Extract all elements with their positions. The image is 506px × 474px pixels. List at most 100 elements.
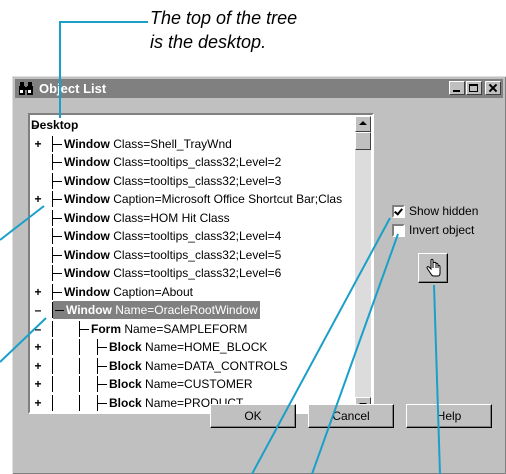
- tree-item-detail: Name=DATA_CONTROLS: [145, 358, 288, 373]
- tree-items: – Desktop + Window Class=Shell_TrayWnd Wind…: [31, 116, 358, 412]
- tree-branch-line: [53, 199, 62, 201]
- tree-item-type: Window: [64, 247, 110, 262]
- tree-item[interactable]: + Block Name=DATA_CONTROLS: [31, 357, 358, 375]
- tree-guide-line: [79, 357, 81, 375]
- tree-item-detail: Name=CUSTOMER: [145, 377, 253, 391]
- tree-expander[interactable]: +: [33, 135, 43, 153]
- tree-item[interactable]: + Window Caption=About: [31, 283, 358, 301]
- tree-branch-line: [98, 365, 107, 367]
- tree-branch-line: [53, 254, 62, 256]
- tree-item-type: Window: [64, 266, 110, 280]
- tree-expander[interactable]: +: [33, 375, 43, 393]
- tree-item-detail: Caption=About: [113, 284, 193, 299]
- tree-item-detail: Class=tooltips_class32;Level=2: [113, 155, 282, 169]
- tree-item-type: Window: [64, 192, 110, 206]
- tree-item[interactable]: Window Class=HOM Hit Class: [31, 209, 358, 227]
- title-bar[interactable]: Object List: [15, 79, 503, 98]
- tree-item-type: Window: [64, 173, 110, 188]
- tree-item-type: Window: [64, 210, 110, 225]
- binoculars-icon: [19, 82, 33, 95]
- callout-line-1: The top of the tree: [150, 8, 298, 28]
- object-list-window: Object List – Desktop + Window Class=Shell…: [12, 76, 506, 474]
- object-tree[interactable]: – Desktop + Window Class=Shell_TrayWnd Wind…: [28, 113, 374, 414]
- tree-branch-line: [55, 310, 64, 312]
- tree-item[interactable]: Window Class=tooltips_class32;Level=5: [31, 246, 358, 264]
- tree-item-type: Window: [66, 303, 112, 317]
- tree-item[interactable]: Window Class=tooltips_class32;Level=4: [31, 227, 358, 245]
- tree-item-detail: Class=tooltips_class32;Level=3: [113, 173, 282, 188]
- tree-branch-line: [53, 143, 62, 145]
- tree-scrollbar[interactable]: [355, 116, 371, 412]
- tree-guide-line: [52, 338, 54, 356]
- tree-expander[interactable]: +: [33, 394, 43, 412]
- scroll-up-icon[interactable]: [355, 116, 371, 132]
- tree-item-type: Block: [109, 395, 142, 410]
- tree-item-type: Block: [109, 377, 142, 391]
- tree-branch-line: [53, 273, 62, 275]
- tree-branch-line: [53, 291, 62, 293]
- tree-branch-line: [53, 180, 62, 182]
- tree-item[interactable]: + Window Class=Shell_TrayWnd: [31, 135, 358, 153]
- tree-item-label: Window Caption=Microsoft Office Shortcut…: [53, 190, 342, 208]
- tree-item-label: Form Name=SAMPLEFORM: [80, 320, 247, 338]
- tree-item-label: Window Class=tooltips_class32;Level=6: [53, 264, 281, 282]
- tree-item-type: Form: [91, 321, 121, 336]
- show-hidden-label: Show hidden: [409, 204, 479, 218]
- tree-expander[interactable]: +: [33, 338, 43, 356]
- maximize-icon[interactable]: [466, 81, 482, 95]
- tree-item[interactable]: + Window Caption=Microsoft Office Shortcu…: [31, 190, 358, 208]
- tree-item[interactable]: – Form Name=SAMPLEFORM: [31, 320, 358, 338]
- show-hidden-checkbox[interactable]: [392, 205, 405, 218]
- tree-branch-line: [53, 236, 62, 238]
- tree-expander[interactable]: +: [33, 357, 43, 375]
- invert-object-label: Invert object: [409, 223, 475, 237]
- tree-item-detail: Name=OracleRootWindow: [115, 303, 258, 317]
- tree-item[interactable]: – Desktop: [31, 116, 358, 134]
- tree-branch-line: [98, 384, 107, 386]
- tree-item[interactable]: + Block Name=CUSTOMER: [31, 375, 358, 393]
- callout-line-2: is the desktop.: [150, 32, 267, 52]
- tree-item[interactable]: – Window Name=OracleRootWindow: [31, 301, 358, 319]
- tree-item-label: Window Name=OracleRootWindow: [53, 301, 260, 319]
- cancel-button[interactable]: Cancel: [308, 404, 394, 428]
- tree-item-label: Desktop: [31, 116, 78, 134]
- tree-branch-line: [80, 328, 89, 330]
- tree-item-detail: Name=SAMPLEFORM: [124, 321, 248, 336]
- tree-expander[interactable]: +: [33, 190, 43, 208]
- tree-item-detail: Class=tooltips_class32;Level=6: [113, 266, 282, 280]
- tree-item[interactable]: Window Class=tooltips_class32;Level=2: [31, 153, 358, 171]
- tree-item-detail: Class=tooltips_class32;Level=4: [113, 229, 282, 243]
- close-icon[interactable]: [485, 81, 501, 95]
- tree-item-detail: Caption=Microsoft Office Shortcut Bar;Cl…: [113, 192, 343, 206]
- help-button[interactable]: Help: [406, 404, 492, 428]
- tree-item[interactable]: Window Class=tooltips_class32;Level=6: [31, 264, 358, 282]
- tree-item-type: Window: [64, 155, 110, 169]
- tree-expander[interactable]: –: [33, 320, 43, 338]
- callout-caption: The top of the tree is the desktop.: [150, 6, 350, 54]
- tree-item-detail: Class=HOM Hit Class: [113, 210, 230, 225]
- window-title: Object List: [39, 81, 107, 96]
- tree-guide-line: [52, 394, 54, 412]
- tree-expander[interactable]: +: [33, 283, 43, 301]
- tree-item-type: Desktop: [31, 118, 79, 132]
- tree-branch-line: [98, 402, 107, 404]
- scroll-thumb[interactable]: [355, 132, 371, 150]
- tree-item[interactable]: Window Class=tooltips_class32;Level=3: [31, 172, 358, 190]
- pick-object-button[interactable]: [418, 253, 448, 283]
- tree-item-label: Window Class=Shell_TrayWnd: [53, 135, 232, 153]
- tree-item[interactable]: + Block Name=HOME_BLOCK: [31, 338, 358, 356]
- tree-item-type: Window: [64, 136, 110, 151]
- tree-item-type: Window: [64, 229, 110, 243]
- tree-branch-line: [53, 217, 62, 219]
- tree-item-type: Block: [109, 358, 142, 373]
- tree-item-label: Window Class=tooltips_class32;Level=3: [53, 172, 281, 190]
- invert-object-checkbox[interactable]: [392, 224, 405, 237]
- tree-guide-line: [52, 320, 54, 338]
- tree-item-label: Window Caption=About: [53, 283, 193, 301]
- tree-item-label: Block Name=HOME_BLOCK: [98, 338, 267, 356]
- tree-branch-line: [53, 162, 62, 164]
- tree-expander[interactable]: –: [33, 301, 43, 319]
- minimize-icon[interactable]: [449, 81, 465, 95]
- ok-button[interactable]: OK: [210, 404, 296, 428]
- tree-item-label: Window Class=tooltips_class32;Level=2: [53, 153, 281, 171]
